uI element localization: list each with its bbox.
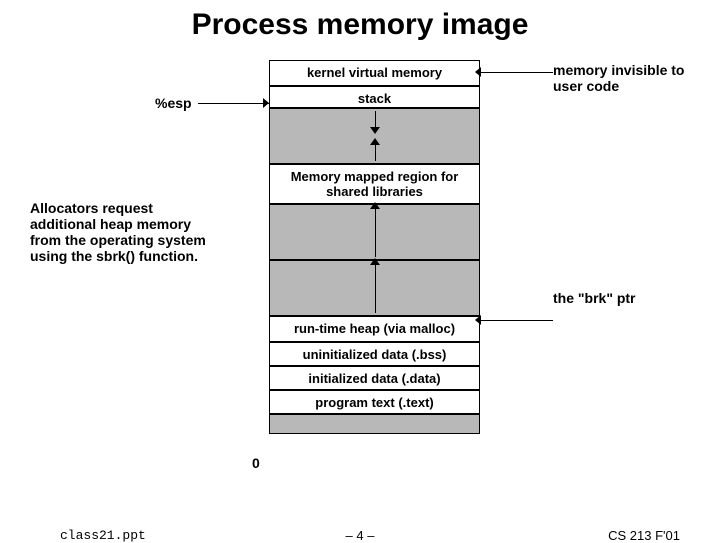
arrow-up1-line [375,145,376,161]
arrow-up2-line [375,209,376,257]
region-gap-3 [269,260,480,316]
arrow-down-head [370,127,380,134]
annotation-esp: %esp [155,95,192,111]
arrow-down-line [375,111,376,127]
region-bss: uninitialized data (.bss) [269,342,480,366]
region-bottom [269,414,480,434]
region-gap-2 [269,204,480,260]
pointer-line-brk [480,320,553,321]
region-text: program text (.text) [269,390,480,414]
annotation-invisible: memory invisible to user code [553,62,713,94]
arrow-up3-line [375,265,376,313]
region-mmap: Memory mapped region for shared librarie… [269,164,480,204]
page-title: Process memory image [0,8,720,42]
arrow-up1-head [370,138,380,145]
annotation-brk: the "brk" ptr [553,290,636,306]
pointer-line-invisible [480,72,553,73]
annotation-zero: 0 [252,455,260,471]
footer-course: CS 213 F'01 [608,528,680,543]
region-kernel: kernel virtual memory [269,60,480,86]
region-data: initialized data (.data) [269,366,480,390]
annotation-allocators: Allocators request additional heap memor… [30,200,210,264]
arrow-up2-head [370,202,380,209]
pointer-line-esp [198,103,269,104]
arrow-up3-head [370,258,380,265]
region-gap-1 [269,108,480,164]
memory-diagram: kernel virtual memory stack Memory mappe… [269,60,480,434]
region-heap: run-time heap (via malloc) [269,316,480,342]
region-stack: stack [269,86,480,108]
